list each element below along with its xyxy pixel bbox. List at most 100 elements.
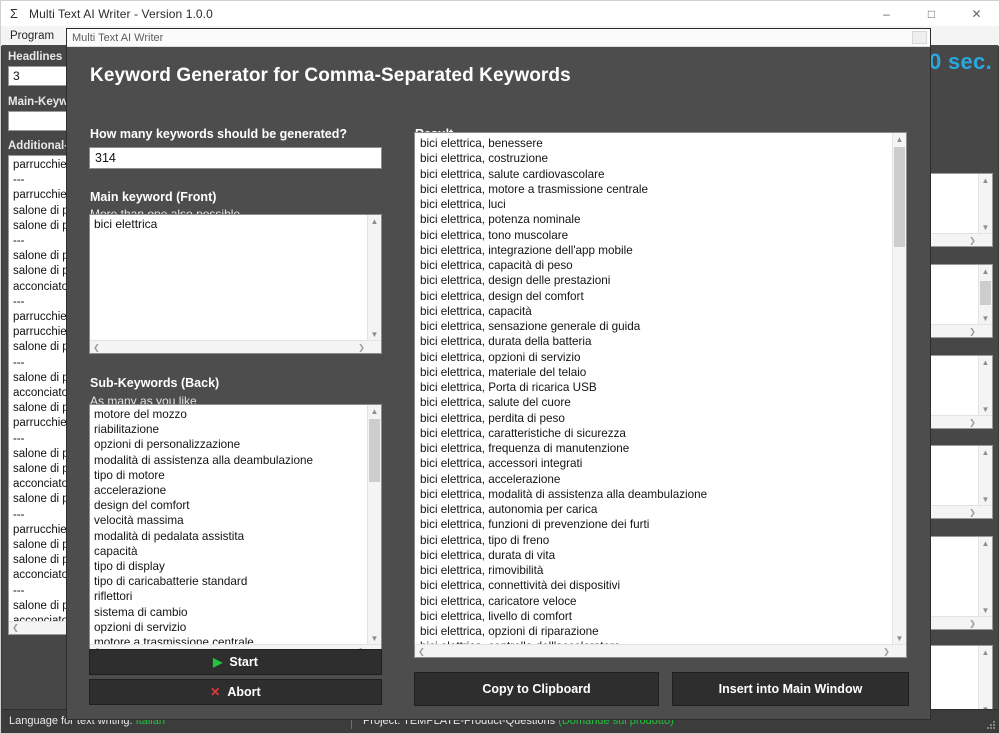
abort-button[interactable]: ✕ Abort [89, 679, 382, 705]
list-item[interactable]: bici elettrica, potenza nominale [420, 212, 892, 227]
list-item[interactable]: bici elettrica, design delle prestazioni [420, 273, 892, 288]
list-item[interactable]: bici elettrica, integrazione dell'app mo… [420, 243, 892, 258]
list-item[interactable]: bici elettrica, opzioni di servizio [420, 350, 892, 365]
list-item[interactable]: bici elettrica, caratteristiche di sicur… [420, 426, 892, 441]
scroll-right-icon[interactable]: ❯ [966, 234, 979, 246]
main-keyword-hscrollbar[interactable]: ❮ ❯ [90, 340, 381, 353]
scroll-up-icon[interactable]: ▲ [893, 133, 906, 146]
preview-5-hscrollbar[interactable]: ❯ [930, 616, 992, 629]
scroll-right-icon[interactable]: ❯ [880, 645, 893, 657]
list-item[interactable]: tipo di motore [94, 468, 367, 483]
scroll-thumb[interactable] [369, 419, 380, 482]
scroll-thumb[interactable] [894, 147, 905, 247]
list-item[interactable]: bici elettrica, frequenza di manutenzion… [420, 441, 892, 456]
list-item[interactable]: tipo di display [94, 559, 367, 574]
scroll-up-icon[interactable]: ▲ [979, 174, 992, 187]
minimize-button[interactable]: – [864, 1, 909, 26]
list-item[interactable]: velocità massima [94, 513, 367, 528]
list-item[interactable]: motore del mozzo [94, 407, 367, 422]
list-item[interactable]: sistema di cambio [94, 605, 367, 620]
sub-keywords-vscrollbar[interactable]: ▲ ▼ [367, 405, 381, 645]
list-item[interactable]: bici elettrica, motore a trasmissione ce… [420, 182, 892, 197]
resize-grip-icon[interactable] [986, 720, 996, 730]
keyword-count-input[interactable] [89, 147, 382, 169]
list-item[interactable]: bici elettrica, accelerazione [420, 472, 892, 487]
scroll-up-icon[interactable]: ▲ [368, 215, 381, 228]
list-item[interactable]: bici elettrica, rimovibilità [420, 563, 892, 578]
start-button[interactable]: ▶ Start [89, 649, 382, 675]
list-item[interactable]: bici elettrica, accessori integrati [420, 456, 892, 471]
scroll-up-icon[interactable]: ▲ [979, 265, 992, 278]
preview-box-6[interactable]: ▲ ▼ ❯ [929, 645, 993, 710]
preview-3-scrollbar[interactable]: ▲ ▼ [978, 356, 992, 416]
preview-2-scrollbar[interactable]: ▲ ▼ [978, 265, 992, 325]
preview-4-hscrollbar[interactable]: ❯ [930, 505, 992, 518]
list-item[interactable]: motore a trasmissione centrale [94, 635, 367, 644]
list-item[interactable]: tipo di caricabatterie standard [94, 574, 367, 589]
preview-4-scrollbar[interactable]: ▲ ▼ [978, 446, 992, 506]
list-item[interactable]: bici elettrica, capacità [420, 304, 892, 319]
copy-to-clipboard-button[interactable]: Copy to Clipboard [414, 672, 659, 706]
insert-into-main-window-button[interactable]: Insert into Main Window [672, 672, 909, 706]
list-item[interactable]: bici elettrica, modalità di assistenza a… [420, 487, 892, 502]
result-vscrollbar[interactable]: ▲ ▼ [892, 133, 906, 645]
scroll-right-icon[interactable]: ❯ [966, 617, 979, 629]
scroll-left-icon[interactable]: ❮ [9, 622, 22, 634]
scroll-up-icon[interactable]: ▲ [979, 446, 992, 459]
list-item[interactable]: bici elettrica, sensazione generale di g… [420, 319, 892, 334]
preview-box-4[interactable]: ▲ ▼ ❯ [929, 445, 993, 519]
list-item[interactable]: bici elettrica, salute cardiovascolare [420, 167, 892, 182]
list-item[interactable]: bici elettrica, benessere [420, 136, 892, 151]
list-item[interactable]: modalità di pedalata assistita [94, 529, 367, 544]
list-item[interactable]: bici elettrica, durata di vita [420, 548, 892, 563]
list-item[interactable]: bici elettrica, Porta di ricarica USB [420, 380, 892, 395]
list-item[interactable]: design del comfort [94, 498, 367, 513]
scroll-up-icon[interactable]: ▲ [979, 537, 992, 550]
scroll-right-icon[interactable]: ❯ [355, 341, 368, 353]
scroll-thumb[interactable] [980, 281, 991, 305]
preview-box-5[interactable]: ▲ ▼ ❯ [929, 536, 993, 630]
list-item[interactable]: bici elettrica, perdita di peso [420, 411, 892, 426]
preview-6-scrollbar[interactable]: ▲ ▼ [978, 646, 992, 710]
list-item[interactable]: opzioni di personalizzazione [94, 437, 367, 452]
scroll-up-icon[interactable]: ▲ [979, 646, 992, 659]
preview-3-hscrollbar[interactable]: ❯ [930, 415, 992, 428]
main-keyword-vscrollbar[interactable]: ▲ ▼ [367, 215, 381, 341]
preview-1-hscrollbar[interactable]: ❯ [930, 233, 992, 246]
list-item[interactable]: bici elettrica, tono muscolare [420, 228, 892, 243]
list-item[interactable]: capacità [94, 544, 367, 559]
preview-box-1[interactable]: ▲ ▼ ❯ [929, 173, 993, 247]
list-item[interactable]: bici elettrica, connettività dei disposi… [420, 578, 892, 593]
preview-box-3[interactable]: ▲ ▼ ❯ [929, 355, 993, 429]
list-item[interactable]: bici elettrica, costruzione [420, 151, 892, 166]
menu-item-program[interactable]: Program [1, 30, 63, 42]
list-item[interactable]: opzioni di servizio [94, 620, 367, 635]
scroll-right-icon[interactable]: ❯ [966, 325, 979, 337]
list-item[interactable]: bici elettrica, livello di comfort [420, 609, 892, 624]
result-list[interactable]: bici elettrica, benessere bici elettrica,… [414, 132, 907, 658]
scroll-left-icon[interactable]: ❮ [90, 341, 103, 353]
preview-2-hscrollbar[interactable]: ❯ [930, 324, 992, 337]
list-item[interactable]: bici elettrica, capacità di peso [420, 258, 892, 273]
list-item[interactable]: bici elettrica, funzioni di prevenzione … [420, 517, 892, 532]
sub-keywords-list[interactable]: motore del mozzo riabilitazione opzioni di… [89, 404, 382, 658]
maximize-button[interactable]: □ [909, 1, 954, 26]
scroll-right-icon[interactable]: ❯ [966, 416, 979, 428]
list-item[interactable]: bici elettrica, luci [420, 197, 892, 212]
result-hscrollbar[interactable]: ❮ ❯ [415, 644, 906, 657]
preview-5-scrollbar[interactable]: ▲ ▼ [978, 537, 992, 617]
preview-box-2[interactable]: ▲ ▼ ❯ [929, 264, 993, 338]
main-keyword-textarea[interactable]: bici elettrica ▲ ▼ ❮ ❯ [89, 214, 382, 354]
list-item[interactable]: bici elettrica, opzioni di riparazione [420, 624, 892, 639]
list-item[interactable]: bici elettrica, design del comfort [420, 289, 892, 304]
list-item[interactable]: riabilitazione [94, 422, 367, 437]
list-item[interactable]: modalità di assistenza alla deambulazion… [94, 453, 367, 468]
list-item[interactable]: accelerazione [94, 483, 367, 498]
list-item[interactable]: riflettori [94, 589, 367, 604]
list-item[interactable]: bici elettrica, durata della batteria [420, 334, 892, 349]
list-item[interactable]: bici elettrica, caricatore veloce [420, 594, 892, 609]
scroll-left-icon[interactable]: ❮ [415, 645, 428, 657]
scroll-up-icon[interactable]: ▲ [368, 405, 381, 418]
list-item[interactable]: bici elettrica, autonomia per carica [420, 502, 892, 517]
scroll-up-icon[interactable]: ▲ [979, 356, 992, 369]
